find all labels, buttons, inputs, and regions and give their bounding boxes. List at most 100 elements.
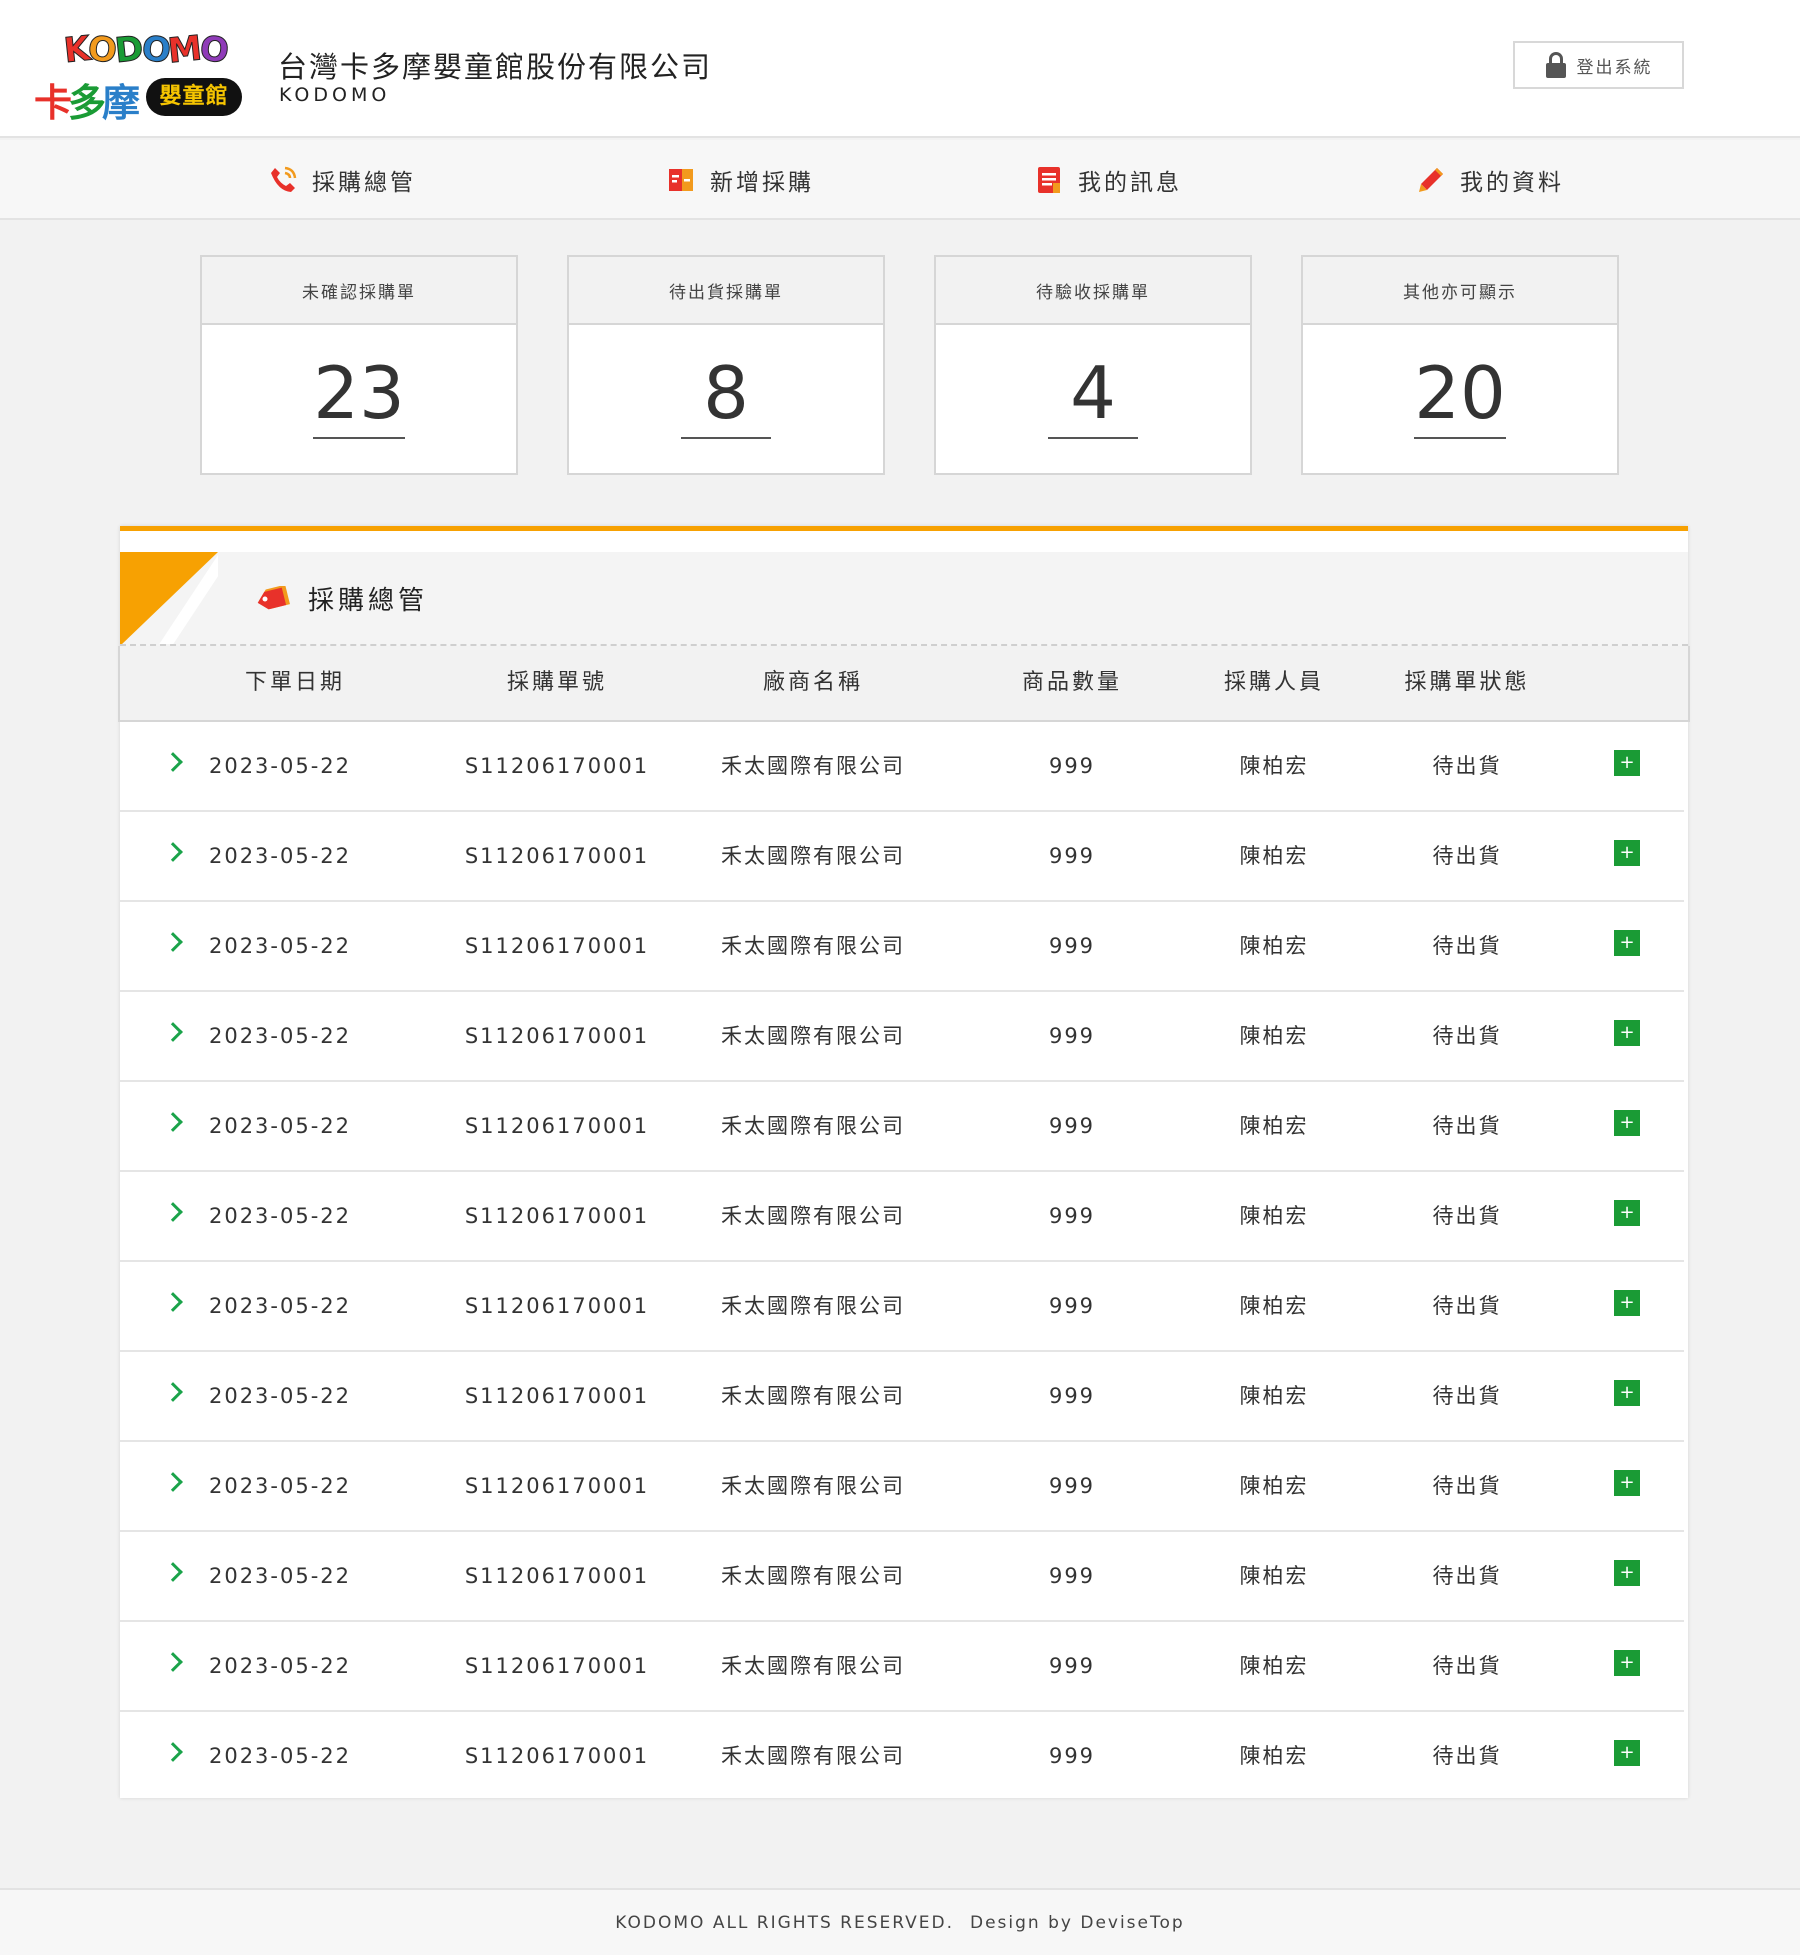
- add-button[interactable]: +: [1614, 1470, 1640, 1496]
- footer: KODOMO ALL RIGHTS RESERVED. Design by De…: [0, 1888, 1800, 1955]
- company-name: 台灣卡多摩嬰童館股份有限公司: [278, 50, 713, 84]
- logout-button[interactable]: 登出系統: [1513, 41, 1684, 89]
- cell-vendor: 禾太國際有限公司: [721, 934, 905, 958]
- chevron-right-icon[interactable]: [163, 842, 183, 862]
- kodomo-logo[interactable]: KODOMO 卡多摩 嬰童館: [34, 28, 244, 125]
- chevron-right-icon[interactable]: [163, 1022, 183, 1042]
- table-row[interactable]: 2023-05-22 S11206170001 禾太國際有限公司 999 陳柏宏 待出貨 +: [120, 1262, 1684, 1352]
- cell-date: 2023-05-22: [208, 754, 352, 778]
- column-header-order-no[interactable]: 採購單號: [447, 646, 667, 720]
- cell-status: 待出貨: [1432, 1024, 1502, 1048]
- chevron-right-icon[interactable]: [163, 1562, 183, 1582]
- add-button[interactable]: +: [1614, 1740, 1640, 1766]
- chevron-right-icon[interactable]: [163, 1742, 183, 1762]
- add-button[interactable]: +: [1614, 1110, 1640, 1136]
- cell-status: 待出貨: [1432, 1294, 1502, 1318]
- nav-item-purchase-management[interactable]: 採購總管: [268, 140, 416, 220]
- nav-label: 新增採購: [710, 170, 814, 196]
- cell-status: 待出貨: [1432, 1564, 1502, 1588]
- cell-order-no: S11206170001: [464, 1384, 650, 1408]
- table-row[interactable]: 2023-05-22 S11206170001 禾太國際有限公司 999 陳柏宏 待出貨 +: [120, 1532, 1684, 1622]
- pencil-icon: [1416, 165, 1446, 195]
- add-button[interactable]: +: [1614, 750, 1640, 776]
- chevron-right-icon[interactable]: [163, 1202, 183, 1222]
- cell-buyer: 陳柏宏: [1239, 1294, 1309, 1318]
- table-row[interactable]: 2023-05-22 S11206170001 禾太國際有限公司 999 陳柏宏 待出貨 +: [120, 902, 1684, 992]
- add-button[interactable]: +: [1614, 1560, 1640, 1586]
- table-header: 下單日期 採購單號 廠商名稱 商品數量 採購人員 採購單狀態: [118, 646, 1690, 722]
- cell-date: 2023-05-22: [208, 934, 352, 958]
- chevron-right-icon[interactable]: [163, 1112, 183, 1132]
- add-button[interactable]: +: [1614, 1290, 1640, 1316]
- add-button[interactable]: +: [1614, 1200, 1640, 1226]
- cell-status: 待出貨: [1432, 1204, 1502, 1228]
- logo-wordmark: KODOMO: [61, 28, 229, 72]
- cell-vendor: 禾太國際有限公司: [721, 1204, 905, 1228]
- cell-qty: 999: [1048, 1294, 1096, 1318]
- column-header-status[interactable]: 採購單狀態: [1367, 646, 1567, 720]
- column-header-date[interactable]: 下單日期: [205, 646, 385, 720]
- cell-date: 2023-05-22: [208, 1114, 352, 1138]
- cell-order-no: S11206170001: [464, 844, 650, 868]
- table-row[interactable]: 2023-05-22 S11206170001 禾太國際有限公司 999 陳柏宏 待出貨 +: [120, 1712, 1684, 1802]
- cell-date: 2023-05-22: [208, 1654, 352, 1678]
- cell-vendor: 禾太國際有限公司: [721, 1474, 905, 1498]
- add-button[interactable]: +: [1614, 840, 1640, 866]
- column-header-qty[interactable]: 商品數量: [982, 646, 1162, 720]
- table-row[interactable]: 2023-05-22 S11206170001 禾太國際有限公司 999 陳柏宏 待出貨 +: [120, 1082, 1684, 1172]
- cell-buyer: 陳柏宏: [1239, 1114, 1309, 1138]
- table-row[interactable]: 2023-05-22 S11206170001 禾太國際有限公司 999 陳柏宏 待出貨 +: [120, 812, 1684, 902]
- column-header-vendor[interactable]: 廠商名稱: [693, 646, 933, 720]
- cell-date: 2023-05-22: [208, 1024, 352, 1048]
- add-button[interactable]: +: [1614, 1020, 1640, 1046]
- chevron-right-icon[interactable]: [163, 1382, 183, 1402]
- cell-vendor: 禾太國際有限公司: [721, 1744, 905, 1768]
- stat-card-awaiting-inspection[interactable]: 待驗收採購單 4: [934, 255, 1252, 475]
- nav-item-new-purchase[interactable]: 新增採購: [666, 140, 814, 220]
- cell-order-no: S11206170001: [464, 1744, 650, 1768]
- cell-date: 2023-05-22: [208, 1474, 352, 1498]
- cell-buyer: 陳柏宏: [1239, 1024, 1309, 1048]
- chevron-right-icon[interactable]: [163, 1652, 183, 1672]
- cell-status: 待出貨: [1432, 1384, 1502, 1408]
- cell-vendor: 禾太國際有限公司: [721, 1384, 905, 1408]
- cell-vendor: 禾太國際有限公司: [721, 1024, 905, 1048]
- chevron-right-icon[interactable]: [163, 932, 183, 952]
- logo-badge: 嬰童館: [146, 78, 242, 116]
- add-button[interactable]: +: [1614, 1650, 1640, 1676]
- table-row[interactable]: 2023-05-22 S11206170001 禾太國際有限公司 999 陳柏宏 待出貨 +: [120, 1622, 1684, 1712]
- stat-card-label: 待驗收採購單: [936, 257, 1250, 325]
- company-english-name: KODOMO: [279, 84, 391, 106]
- stat-card-unconfirmed[interactable]: 未確認採購單 23: [200, 255, 518, 475]
- nav-item-my-profile[interactable]: 我的資料: [1416, 140, 1564, 220]
- cell-qty: 999: [1048, 1024, 1096, 1048]
- lock-icon: [1545, 52, 1567, 78]
- cell-qty: 999: [1048, 1204, 1096, 1228]
- cell-buyer: 陳柏宏: [1239, 1204, 1309, 1228]
- cell-buyer: 陳柏宏: [1239, 1564, 1309, 1588]
- table-row[interactable]: 2023-05-22 S11206170001 禾太國際有限公司 999 陳柏宏 待出貨 +: [120, 1352, 1684, 1442]
- column-header-buyer[interactable]: 採購人員: [1184, 646, 1364, 720]
- cell-qty: 999: [1048, 1564, 1096, 1588]
- chevron-right-icon[interactable]: [163, 752, 183, 772]
- stat-card-other[interactable]: 其他亦可顯示 20: [1301, 255, 1619, 475]
- cell-status: 待出貨: [1432, 934, 1502, 958]
- cell-date: 2023-05-22: [208, 1564, 352, 1588]
- table-row[interactable]: 2023-05-22 S11206170001 禾太國際有限公司 999 陳柏宏 待出貨 +: [120, 722, 1684, 812]
- cell-order-no: S11206170001: [464, 1564, 650, 1588]
- add-button[interactable]: +: [1614, 930, 1640, 956]
- table-row[interactable]: 2023-05-22 S11206170001 禾太國際有限公司 999 陳柏宏 待出貨 +: [120, 1442, 1684, 1532]
- cell-qty: 999: [1048, 934, 1096, 958]
- cell-buyer: 陳柏宏: [1239, 1654, 1309, 1678]
- stat-card-value: 8: [681, 357, 771, 439]
- chevron-right-icon[interactable]: [163, 1292, 183, 1312]
- nav-item-my-messages[interactable]: 我的訊息: [1034, 140, 1182, 220]
- stat-card-awaiting-shipment[interactable]: 待出貨採購單 8: [567, 255, 885, 475]
- logo-chinese-char: 多: [68, 81, 106, 125]
- table-row[interactable]: 2023-05-22 S11206170001 禾太國際有限公司 999 陳柏宏 待出貨 +: [120, 1172, 1684, 1262]
- cell-order-no: S11206170001: [464, 754, 650, 778]
- cell-status: 待出貨: [1432, 1474, 1502, 1498]
- chevron-right-icon[interactable]: [163, 1472, 183, 1492]
- add-button[interactable]: +: [1614, 1380, 1640, 1406]
- table-row[interactable]: 2023-05-22 S11206170001 禾太國際有限公司 999 陳柏宏 待出貨 +: [120, 992, 1684, 1082]
